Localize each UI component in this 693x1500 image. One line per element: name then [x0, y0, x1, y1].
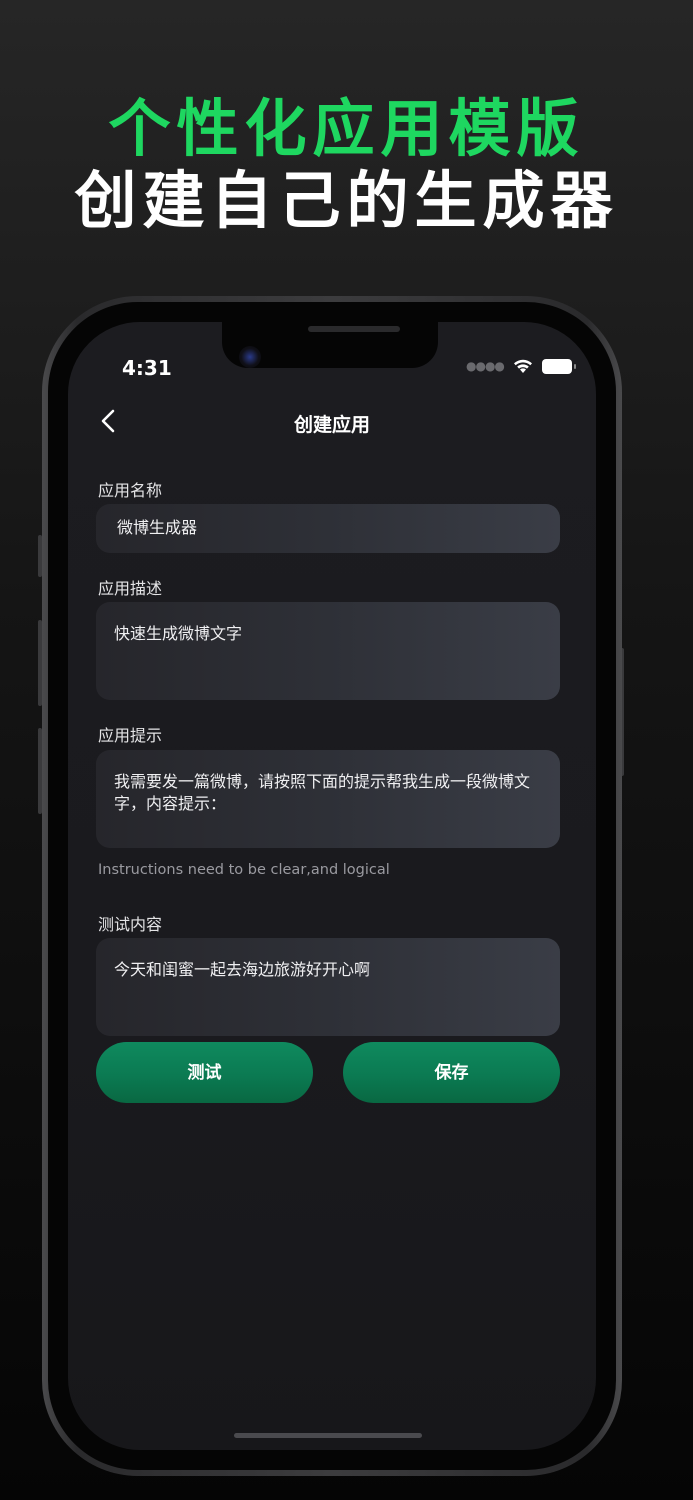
phone-bezel: 4:31 ●●●● 创建应用 应用名称 微博生成器 应用描述 快速生成微博文字 … — [48, 302, 616, 1470]
speaker-grille — [308, 326, 400, 332]
test-content-label: 测试内容 — [98, 915, 163, 934]
app-prompt-input[interactable]: 我需要发一篇微博，请按照下面的提示帮我生成一段微博文字，内容提示： — [96, 750, 560, 848]
page-title: 创建应用 — [293, 414, 370, 436]
app-prompt-hint: Instructions need to be clear,and logica… — [98, 862, 390, 878]
app-prompt-label: 应用提示 — [98, 726, 163, 745]
test-content-input[interactable]: 今天和闺蜜一起去海边旅游好开心啊 — [96, 938, 560, 1036]
home-indicator[interactable] — [234, 1433, 422, 1438]
wifi-icon — [513, 359, 532, 373]
battery-icon — [541, 358, 576, 374]
test-button[interactable]: 测试 — [96, 1042, 313, 1103]
promo-headline-white: 创建自己的生成器 — [74, 164, 619, 237]
app-description-label: 应用描述 — [98, 579, 163, 598]
app-name-input[interactable]: 微博生成器 — [96, 504, 560, 553]
status-time: 4:31 — [122, 356, 172, 380]
app-name-label: 应用名称 — [98, 481, 163, 500]
nav-bar: 创建应用 — [68, 402, 596, 442]
front-camera — [239, 346, 261, 368]
app-description-input[interactable]: 快速生成微博文字 — [96, 602, 560, 700]
save-button[interactable]: 保存 — [343, 1042, 560, 1103]
signal-dots-icon: ●●●● — [466, 359, 505, 373]
phone-screen: 4:31 ●●●● 创建应用 应用名称 微博生成器 应用描述 快速生成微博文字 … — [68, 322, 596, 1450]
phone-frame: 4:31 ●●●● 创建应用 应用名称 微博生成器 应用描述 快速生成微博文字 … — [42, 296, 622, 1476]
status-icons: ●●●● — [466, 358, 576, 374]
